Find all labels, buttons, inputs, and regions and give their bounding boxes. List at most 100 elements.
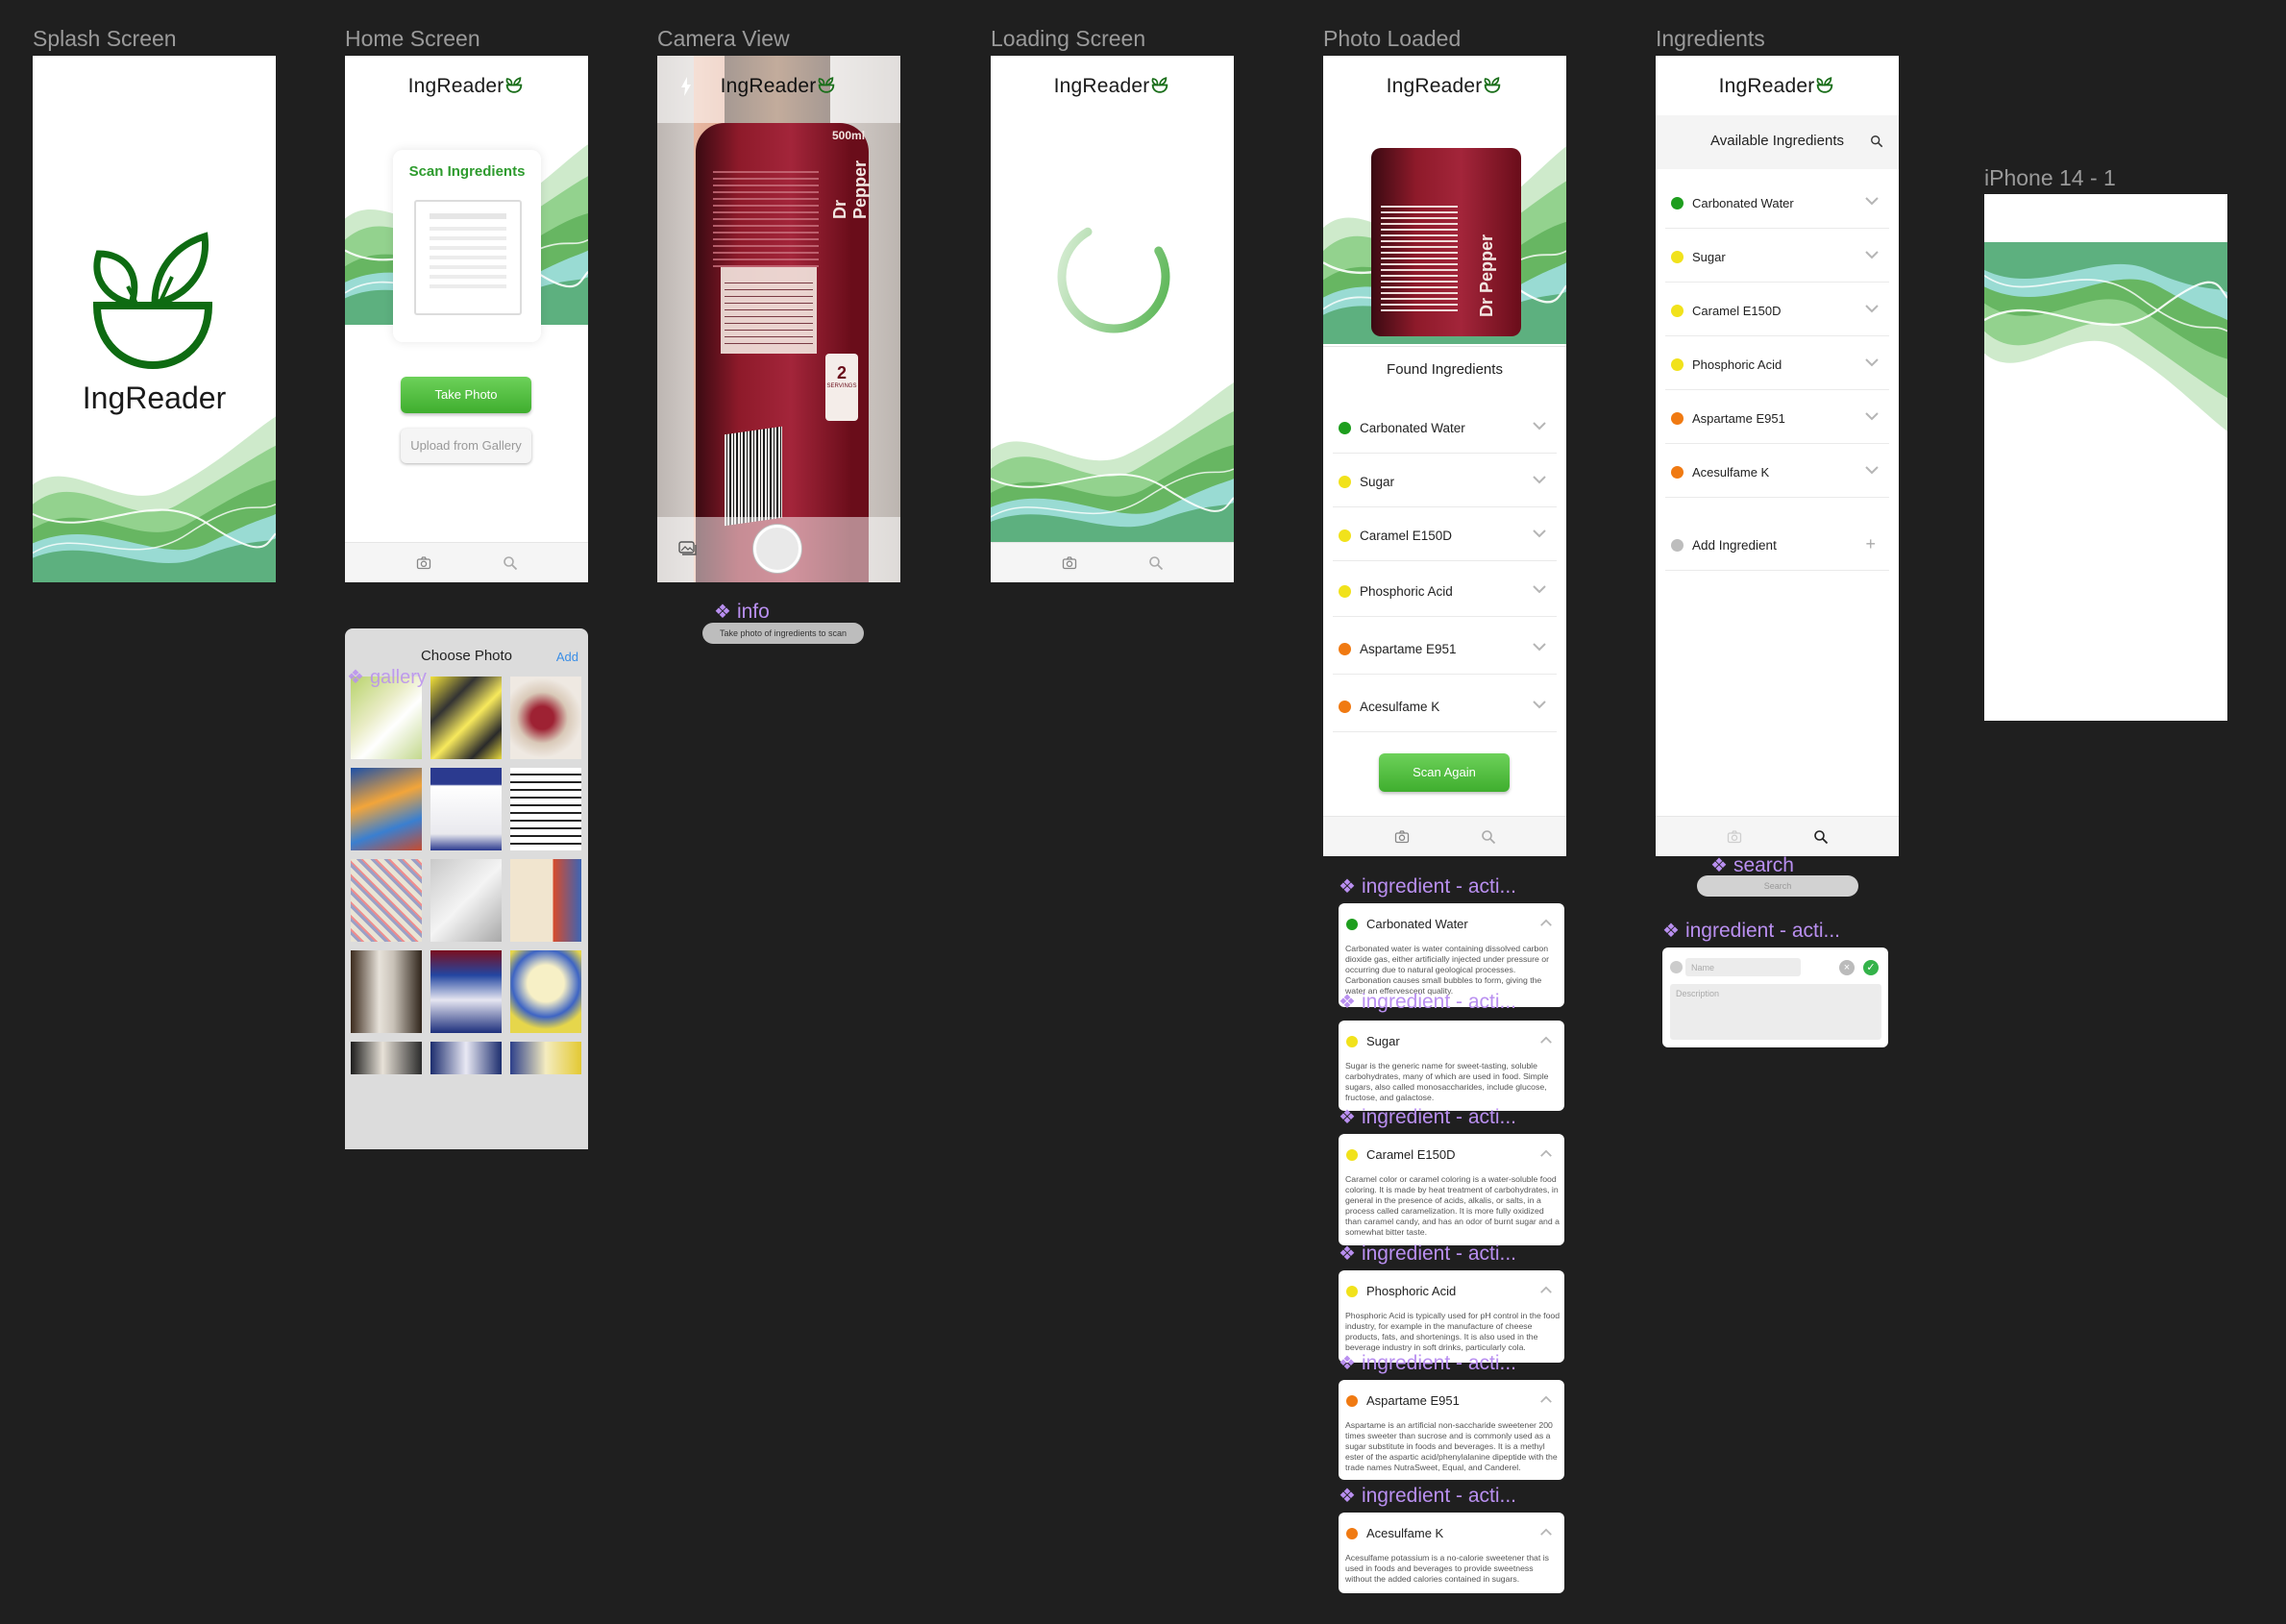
ingredient-row[interactable]: Phosphoric Acid bbox=[1333, 567, 1557, 617]
ingredient-card-title: Carbonated Water bbox=[1346, 917, 1468, 931]
upload-gallery-button[interactable]: Upload from Gallery bbox=[401, 429, 531, 463]
shutter-button[interactable] bbox=[753, 525, 801, 573]
ingredient-detail-card[interactable]: Sugar Sugar is the generic name for sweet… bbox=[1339, 1021, 1564, 1111]
app-logo-text: IngReader bbox=[1718, 75, 1815, 97]
photo-thumb[interactable] bbox=[510, 1042, 581, 1074]
color-dot[interactable] bbox=[1670, 961, 1683, 973]
ingredient-row[interactable]: Carbonated Water bbox=[1333, 404, 1557, 454]
captured-photo: Dr Pepper bbox=[1371, 148, 1521, 336]
photo-thumb[interactable] bbox=[430, 950, 502, 1033]
ingredient-detail-card[interactable]: Acesulfame K Acesulfame potassium is a no… bbox=[1339, 1513, 1564, 1593]
search-tab-icon[interactable] bbox=[1481, 829, 1496, 845]
photo-thumb[interactable] bbox=[430, 768, 502, 850]
chevron-down-icon[interactable] bbox=[1532, 642, 1547, 652]
ingredient-row[interactable]: Aspartame E951 bbox=[1665, 394, 1889, 444]
add-ingredient-row[interactable]: Add Ingredient + bbox=[1665, 521, 1889, 571]
ingredient-name: Phosphoric Acid bbox=[1360, 584, 1453, 599]
chevron-down-icon[interactable] bbox=[1532, 584, 1547, 594]
chevron-up-icon[interactable] bbox=[1539, 1286, 1553, 1294]
chevron-down-icon[interactable] bbox=[1864, 196, 1880, 206]
chevron-up-icon[interactable] bbox=[1539, 919, 1553, 927]
ingredient-row[interactable]: Sugar bbox=[1665, 233, 1889, 283]
ingredient-row[interactable]: Sugar bbox=[1333, 457, 1557, 507]
flash-icon[interactable] bbox=[680, 77, 692, 96]
photo-thumb[interactable] bbox=[430, 859, 502, 942]
photo-thumb[interactable] bbox=[430, 1042, 502, 1074]
chevron-down-icon[interactable] bbox=[1532, 421, 1547, 431]
ingredient-card-label: ingredient - acti... bbox=[1339, 1105, 1516, 1129]
chevron-down-icon[interactable] bbox=[1864, 357, 1880, 367]
chevron-down-icon[interactable] bbox=[1864, 250, 1880, 259]
photo-thumb[interactable] bbox=[351, 950, 422, 1033]
camera-tab-icon[interactable] bbox=[416, 555, 431, 571]
ingredient-detail-card[interactable]: Phosphoric Acid Phosphoric Acid is typica… bbox=[1339, 1270, 1564, 1363]
available-ingredients-title: Available Ingredients bbox=[1710, 133, 1844, 149]
ingredient-dot bbox=[1671, 305, 1684, 317]
scan-frame-icon bbox=[414, 200, 522, 315]
ingredient-row[interactable]: Carbonated Water bbox=[1665, 179, 1889, 229]
chevron-down-icon[interactable] bbox=[1864, 411, 1880, 421]
chevron-down-icon[interactable] bbox=[1532, 700, 1547, 709]
photo-thumb[interactable] bbox=[510, 950, 581, 1033]
take-photo-button[interactable]: Take Photo bbox=[401, 377, 531, 413]
search-tab-icon[interactable] bbox=[1813, 829, 1829, 845]
gallery-icon[interactable] bbox=[678, 541, 698, 556]
photo-thumb[interactable] bbox=[351, 1042, 422, 1074]
photo-thumb[interactable] bbox=[430, 677, 502, 759]
photo-loaded-screen: IngReader Dr Pepper Found Ingredients Ca… bbox=[1323, 56, 1566, 856]
splash-screen: IngReader bbox=[33, 56, 276, 582]
search-tab-icon[interactable] bbox=[1148, 555, 1164, 571]
camera-tab-icon[interactable] bbox=[1727, 829, 1742, 845]
photo-thumb[interactable] bbox=[510, 859, 581, 942]
confirm-icon[interactable]: ✓ bbox=[1863, 960, 1879, 975]
chevron-up-icon[interactable] bbox=[1539, 1149, 1553, 1158]
photo-thumb[interactable] bbox=[510, 768, 581, 850]
chevron-down-icon[interactable] bbox=[1864, 465, 1880, 475]
logo-leaf-icon bbox=[1482, 76, 1503, 94]
chevron-up-icon[interactable] bbox=[1539, 1036, 1553, 1045]
bottle-body: Dr Pepper 500ml 2 SERVINGS bbox=[696, 123, 870, 582]
ingredient-dot bbox=[1671, 466, 1684, 479]
ingredient-card-name: Acesulfame K bbox=[1366, 1526, 1444, 1540]
ingredient-row[interactable]: Aspartame E951 bbox=[1333, 625, 1557, 675]
ingredient-row[interactable]: Acesulfame K bbox=[1333, 682, 1557, 732]
splash-waves bbox=[33, 397, 276, 582]
gallery-add-button[interactable]: Add bbox=[556, 650, 578, 664]
tab-bar bbox=[1656, 816, 1899, 856]
ingredient-row[interactable]: Acesulfame K bbox=[1665, 448, 1889, 498]
camera-tab-icon[interactable] bbox=[1394, 829, 1410, 845]
frame-label-splash: Splash Screen bbox=[33, 26, 177, 51]
ingredient-card-title: Acesulfame K bbox=[1346, 1526, 1443, 1540]
search-icon[interactable] bbox=[1870, 135, 1883, 148]
ingredient-dot bbox=[1671, 412, 1684, 425]
chevron-down-icon[interactable] bbox=[1532, 475, 1547, 484]
chevron-down-icon[interactable] bbox=[1864, 304, 1880, 313]
name-input[interactable]: Name bbox=[1685, 958, 1801, 976]
search-tab-icon[interactable] bbox=[503, 555, 518, 571]
ingredient-card-name: Phosphoric Acid bbox=[1366, 1284, 1457, 1298]
ingredient-row[interactable]: Phosphoric Acid bbox=[1665, 340, 1889, 390]
photo-thumb[interactable] bbox=[351, 768, 422, 850]
ingredient-dot bbox=[1346, 1148, 1358, 1161]
ingredient-name: Aspartame E951 bbox=[1692, 411, 1785, 426]
search-input[interactable]: Search bbox=[1697, 875, 1858, 897]
description-input[interactable]: Description bbox=[1670, 984, 1881, 1040]
ingredient-detail-card[interactable]: Caramel E150D Caramel color or caramel co… bbox=[1339, 1134, 1564, 1245]
chevron-down-icon[interactable] bbox=[1532, 529, 1547, 538]
plus-icon[interactable]: + bbox=[1865, 534, 1876, 554]
chevron-up-icon[interactable] bbox=[1539, 1528, 1553, 1537]
chevron-up-icon[interactable] bbox=[1539, 1395, 1553, 1404]
frame-label-camera: Camera View bbox=[657, 26, 790, 51]
ingredient-detail-card[interactable]: Aspartame E951 Aspartame is an artificial… bbox=[1339, 1380, 1564, 1480]
photo-thumb[interactable] bbox=[510, 677, 581, 759]
scan-again-button[interactable]: Scan Again bbox=[1379, 753, 1510, 792]
ingredient-row[interactable]: Caramel E150D bbox=[1665, 286, 1889, 336]
photo-thumb[interactable] bbox=[351, 859, 422, 942]
camera-tab-icon[interactable] bbox=[1062, 555, 1077, 571]
ingredient-row[interactable]: Caramel E150D bbox=[1333, 511, 1557, 561]
cancel-icon[interactable]: × bbox=[1839, 960, 1855, 975]
ingredient-card-title: Sugar bbox=[1346, 1034, 1400, 1048]
camera-screen: Dr Pepper 500ml 2 SERVINGS IngReader bbox=[657, 56, 900, 582]
ingredient-description: Aspartame is an artificial non-saccharid… bbox=[1345, 1420, 1558, 1472]
app-logo: IngReader bbox=[657, 75, 900, 98]
